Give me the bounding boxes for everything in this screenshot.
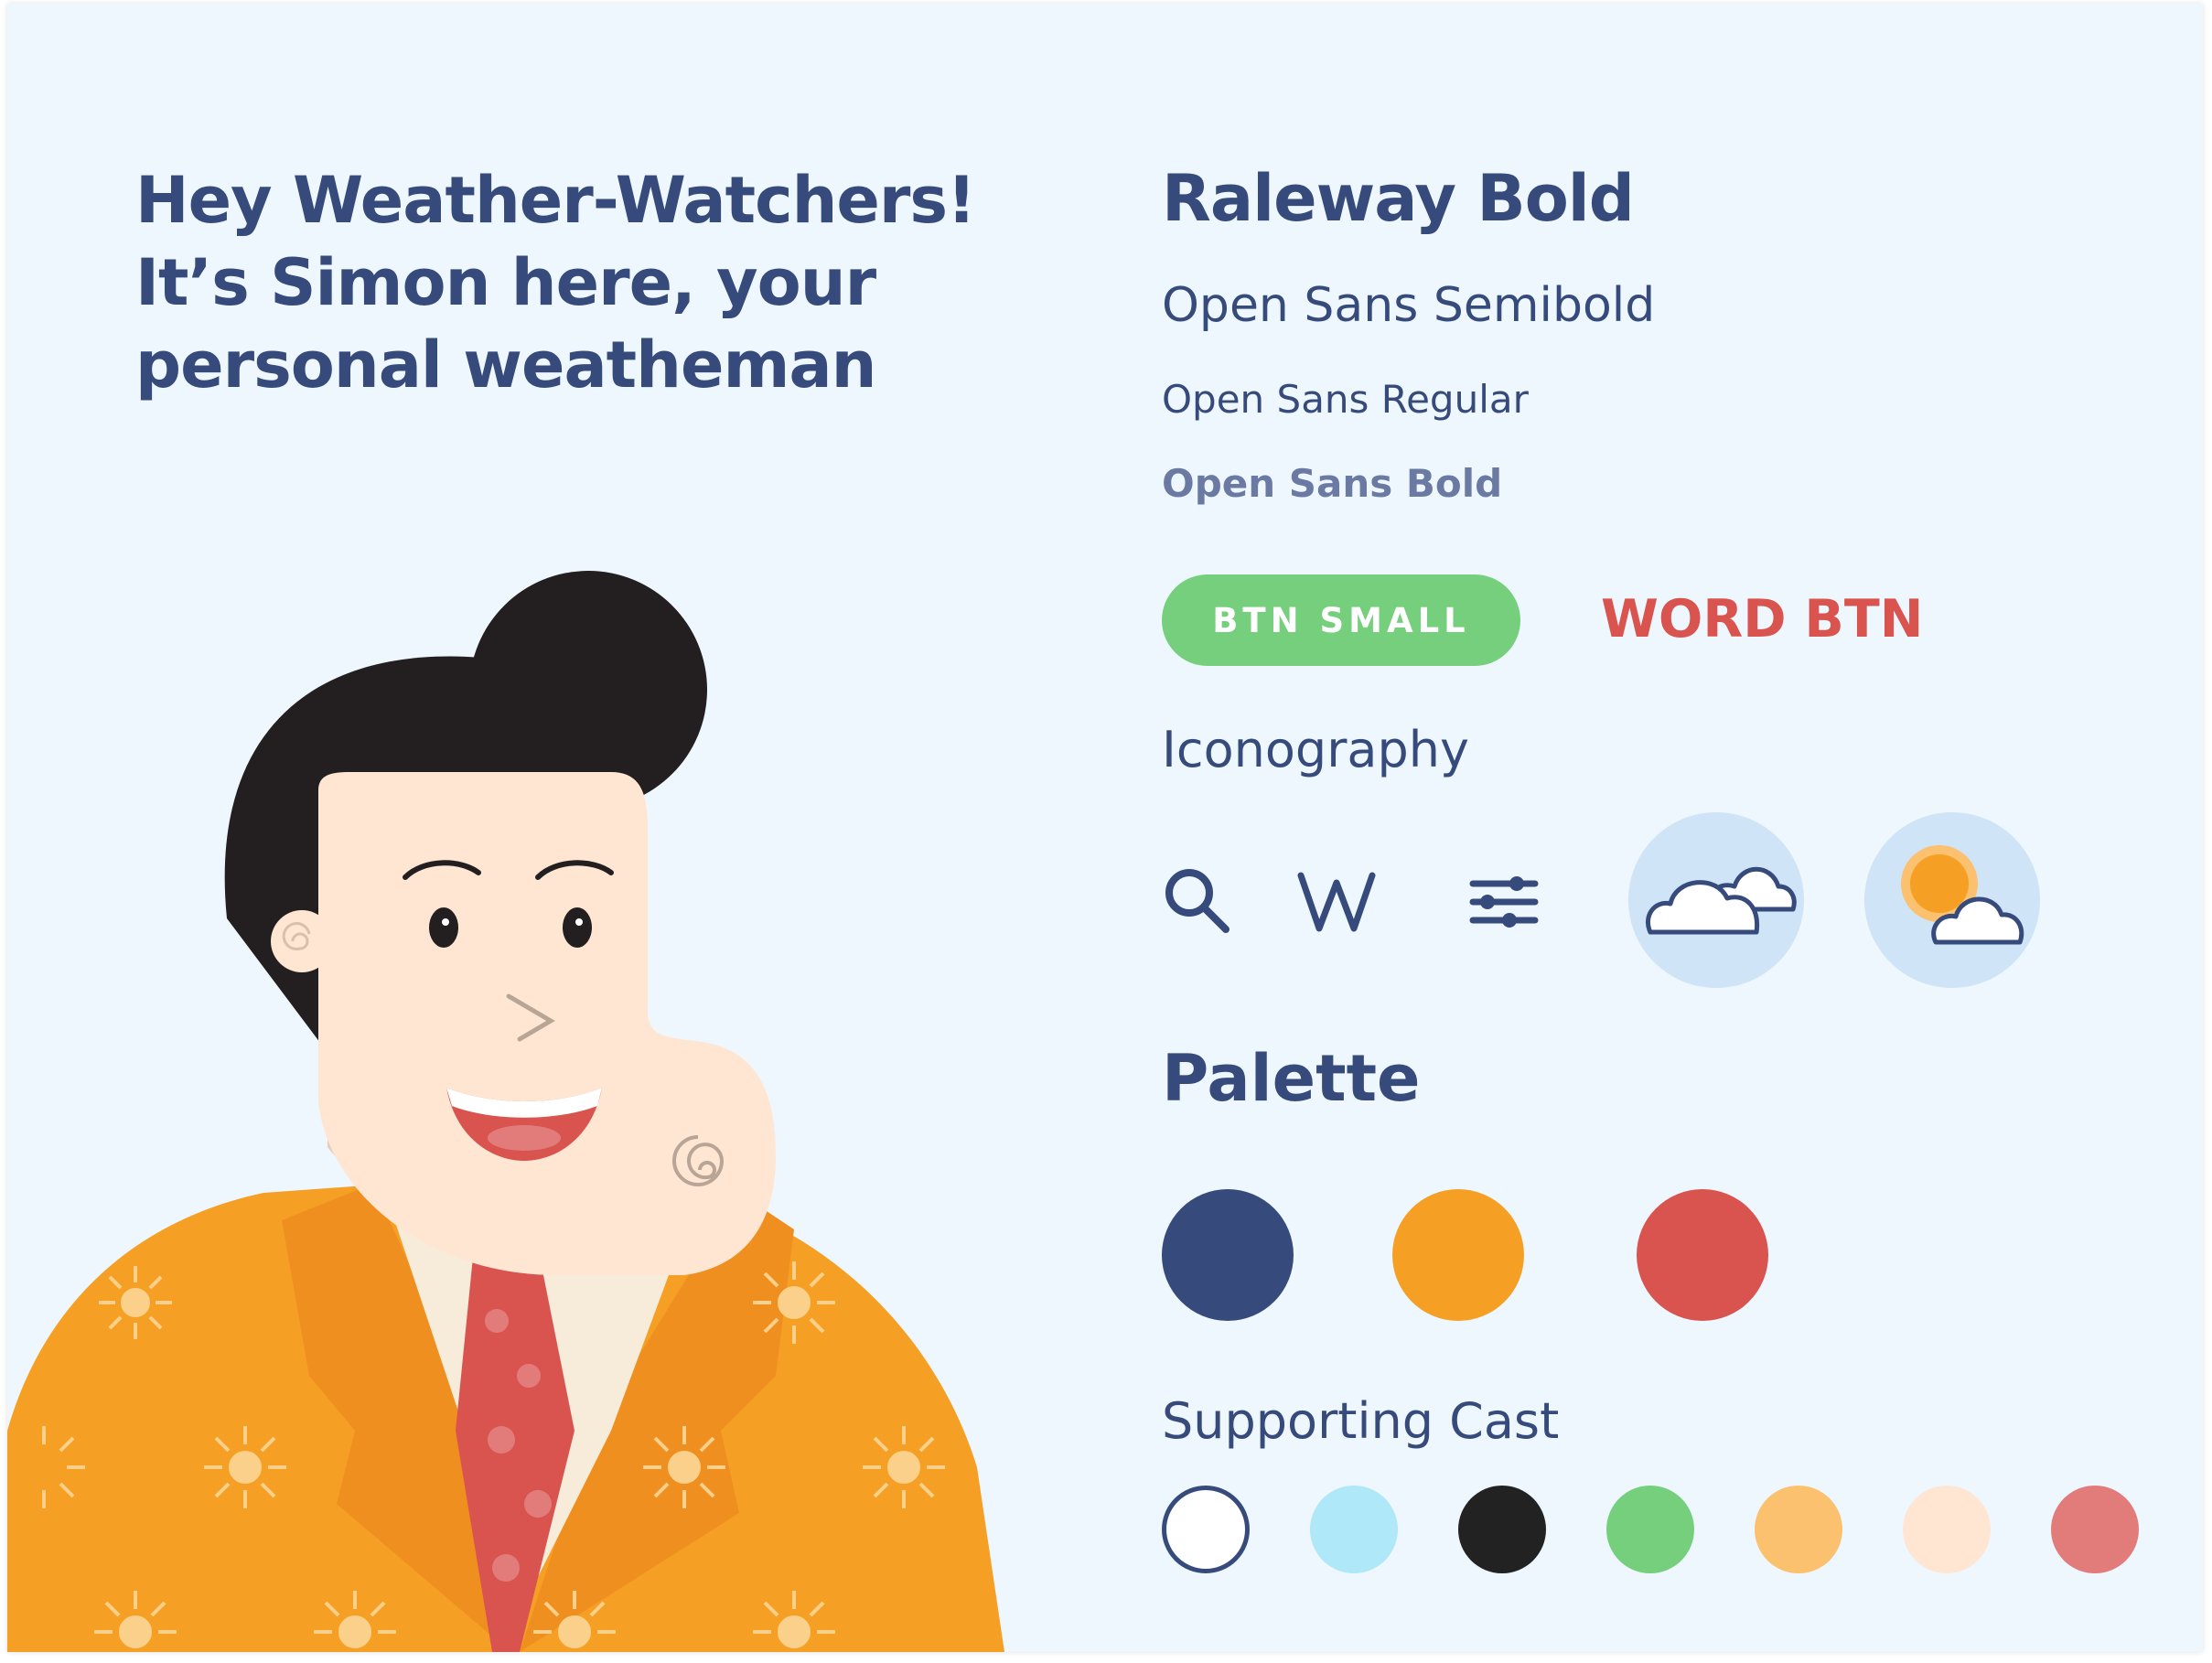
supporting-swatch-light-orange: [1755, 1486, 1842, 1573]
supporting-swatch-peach: [1903, 1486, 1991, 1573]
partly-sunny-icon: [1901, 845, 2024, 945]
palette-title: Palette: [1162, 1041, 1421, 1116]
sliders-icon: [1469, 876, 1539, 928]
word-button[interactable]: WORD BTN: [1601, 589, 1923, 649]
iconography-title: Iconography: [1162, 721, 1469, 778]
supporting-swatch-black: [1458, 1486, 1546, 1573]
palette-swatch-red: [1637, 1189, 1768, 1321]
headline-line-3: personal weatheman: [135, 327, 876, 402]
supporting-swatch-pink: [2051, 1486, 2139, 1573]
type-sample-raleway-bold: Raleway Bold: [1162, 161, 1635, 236]
headline-line-1: Hey Weather-Watchers!: [135, 163, 976, 238]
w-logo-icon: [1297, 872, 1376, 932]
type-sample-open-sans-regular: Open Sans Regular: [1162, 377, 1529, 422]
style-guide-card: Hey Weather-Watchers! It’s Simon here, y…: [7, 4, 2203, 1652]
palette-swatch-orange: [1392, 1189, 1524, 1321]
cloudy-icon: [1646, 866, 1797, 935]
supporting-cast-title: Supporting Cast: [1162, 1392, 1560, 1450]
headline-line-2: It’s Simon here, your: [135, 245, 876, 320]
supporting-swatch-light-blue: [1310, 1486, 1398, 1573]
palette-swatch-navy: [1162, 1189, 1294, 1321]
type-sample-open-sans-bold: Open Sans Bold: [1162, 461, 1503, 506]
supporting-swatch-white: [1162, 1486, 1250, 1573]
type-sample-open-sans-semibold: Open Sans Semibold: [1162, 278, 1656, 333]
supporting-swatch-green: [1606, 1486, 1694, 1573]
headline: Hey Weather-Watchers! It’s Simon here, y…: [135, 159, 1004, 406]
search-icon: [1165, 869, 1229, 933]
btn-small-button[interactable]: BTN SMALL: [1162, 574, 1520, 666]
